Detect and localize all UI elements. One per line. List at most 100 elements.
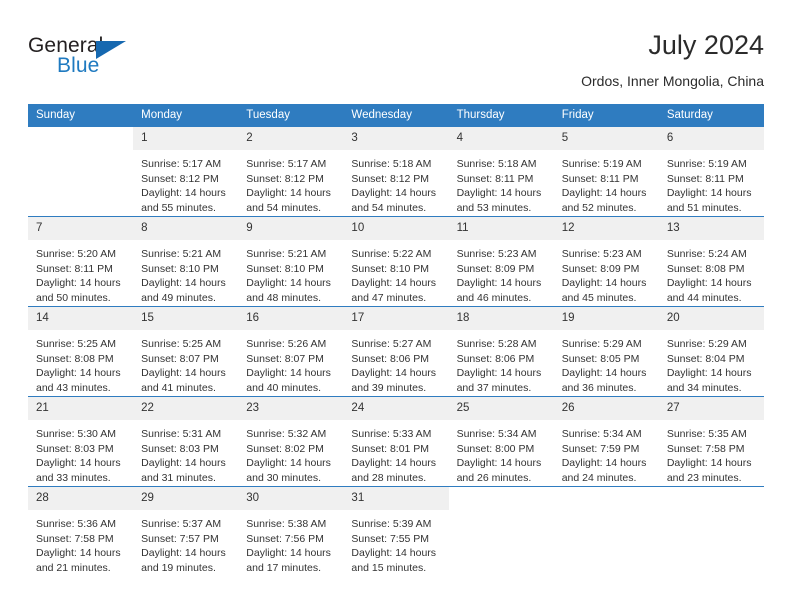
day-number: 30 — [238, 487, 344, 510]
sunrise-time: Sunrise: 5:25 AM — [36, 338, 116, 350]
calendar-day-cell[interactable]: 28 Sunrise: 5:36 AM Sunset: 7:58 PM Dayligh… — [28, 486, 134, 576]
sunrise-time: Sunrise: 5:29 AM — [666, 338, 747, 350]
calendar-day-cell[interactable]: 26 Sunrise: 5:34 AM Sunset: 7:59 PM Dayligh… — [553, 396, 659, 487]
calendar-day-cell[interactable]: 17 Sunrise: 5:27 AM Sunset: 8:06 PM Dayligh… — [343, 306, 449, 397]
calendar-day-cell[interactable]: 1 Sunrise: 5:17 AM Sunset: 8:12 PM Daylight… — [133, 127, 239, 217]
calendar-page: General Blue July 2024 Ordos, Inner Mong… — [0, 0, 792, 612]
day-details: Sunrise: 5:33 AM Sunset: 8:01 PM Daylight:… — [343, 420, 448, 485]
daylight-duration-line1: Daylight: 14 hours — [666, 367, 752, 379]
sunset-time: Sunset: 8:00 PM — [456, 442, 535, 455]
brand-name-blue: Blue — [57, 54, 100, 77]
calendar-day-cell[interactable]: 25 Sunrise: 5:34 AM Sunset: 8:00 PM Dayligh… — [448, 396, 554, 487]
sunrise-time: Sunrise: 5:23 AM — [561, 248, 642, 260]
calendar-day-cell[interactable]: 21 Sunrise: 5:30 AM Sunset: 8:03 PM Dayligh… — [28, 396, 134, 487]
daylight-duration-line1: Daylight: 14 hours — [561, 187, 647, 199]
day-details: Sunrise: 5:28 AM Sunset: 8:06 PM Daylight:… — [449, 330, 554, 395]
calendar-day-cell[interactable]: 14 Sunrise: 5:25 AM Sunset: 8:08 PM Dayligh… — [28, 306, 134, 397]
day-cell-inner: 27 Sunrise: 5:35 AM Sunset: 7:58 PM Dayligh… — [658, 397, 764, 486]
day-details: Sunrise: 5:20 AM Sunset: 8:11 PM Daylight:… — [28, 240, 133, 305]
calendar-day-cell[interactable]: 6 Sunrise: 5:19 AM Sunset: 8:11 PM Daylight… — [658, 127, 764, 217]
sunrise-time: Sunrise: 5:36 AM — [36, 518, 116, 530]
calendar-day-cell[interactable]: 30 Sunrise: 5:38 AM Sunset: 7:56 PM Dayligh… — [238, 486, 344, 576]
sunrise-time: Sunrise: 5:23 AM — [456, 248, 537, 260]
calendar-day-cell[interactable]: 15 Sunrise: 5:25 AM Sunset: 8:07 PM Dayligh… — [133, 306, 239, 397]
calendar-day-cell[interactable]: 12 Sunrise: 5:23 AM Sunset: 8:09 PM Dayligh… — [553, 216, 659, 307]
calendar-day-cell[interactable]: 2 Sunrise: 5:17 AM Sunset: 8:12 PM Daylight… — [238, 127, 344, 217]
calendar-day-cell[interactable]: 24 Sunrise: 5:33 AM Sunset: 8:01 PM Dayligh… — [343, 396, 449, 487]
daylight-duration-line2: and 41 minutes. — [141, 381, 216, 394]
day-details: Sunrise: 5:29 AM Sunset: 8:04 PM Daylight:… — [659, 330, 764, 395]
daylight-duration-line2: and 30 minutes. — [246, 471, 321, 484]
sunrise-time: Sunrise: 5:25 AM — [141, 338, 222, 350]
day-cell-inner: 1 Sunrise: 5:17 AM Sunset: 8:12 PM Daylight… — [133, 127, 239, 216]
day-number: 21 — [28, 397, 134, 420]
calendar-day-cell[interactable]: 9 Sunrise: 5:21 AM Sunset: 8:10 PM Daylight… — [238, 216, 344, 307]
day-number — [448, 487, 554, 510]
daylight-duration-line1: Daylight: 14 hours — [141, 187, 226, 199]
calendar-day-cell[interactable]: 8 Sunrise: 5:21 AM Sunset: 8:10 PM Daylight… — [133, 216, 239, 307]
sunset-time: Sunset: 7:55 PM — [351, 532, 430, 545]
daylight-duration-line1: Daylight: 14 hours — [351, 187, 437, 199]
calendar-day-cell[interactable]: 31 Sunrise: 5:39 AM Sunset: 7:55 PM Dayligh… — [343, 486, 449, 576]
calendar-day-cell[interactable]: 23 Sunrise: 5:32 AM Sunset: 8:02 PM Dayligh… — [238, 396, 344, 487]
calendar-day-cell[interactable]: 3 Sunrise: 5:18 AM Sunset: 8:12 PM Daylight… — [343, 127, 449, 217]
daylight-duration-line1: Daylight: 14 hours — [561, 457, 647, 469]
day-cell-inner: 17 Sunrise: 5:27 AM Sunset: 8:06 PM Dayligh… — [343, 307, 449, 396]
daylight-duration-line2: and 37 minutes. — [456, 381, 532, 394]
sunrise-time: Sunrise: 5:19 AM — [561, 158, 642, 170]
sunset-time: Sunset: 8:09 PM — [561, 262, 640, 275]
daylight-duration-line2: and 36 minutes. — [561, 381, 637, 394]
day-number: 28 — [28, 487, 134, 510]
calendar-day-cell[interactable]: 19 Sunrise: 5:29 AM Sunset: 8:05 PM Dayligh… — [553, 306, 659, 397]
day-number: 9 — [238, 217, 344, 240]
calendar-day-cell[interactable]: 16 Sunrise: 5:26 AM Sunset: 8:07 PM Dayligh… — [238, 306, 344, 397]
day-details: Sunrise: 5:31 AM Sunset: 8:03 PM Daylight:… — [133, 420, 238, 485]
calendar-day-cell[interactable]: 11 Sunrise: 5:23 AM Sunset: 8:09 PM Dayligh… — [448, 216, 554, 307]
sunrise-time: Sunrise: 5:29 AM — [561, 338, 642, 350]
calendar-day-cell[interactable]: 13 Sunrise: 5:24 AM Sunset: 8:08 PM Dayligh… — [658, 216, 764, 307]
daylight-duration-line1: Daylight: 14 hours — [666, 277, 752, 289]
sunset-time: Sunset: 8:02 PM — [246, 442, 324, 455]
calendar-day-cell[interactable]: 18 Sunrise: 5:28 AM Sunset: 8:06 PM Dayligh… — [448, 306, 554, 397]
day-number: 13 — [658, 217, 764, 240]
day-details: Sunrise: 5:30 AM Sunset: 8:03 PM Daylight:… — [28, 420, 133, 485]
day-details: Sunrise: 5:17 AM Sunset: 8:12 PM Daylight:… — [133, 150, 238, 215]
daylight-duration-line2: and 55 minutes. — [141, 201, 216, 214]
day-details: Sunrise: 5:39 AM Sunset: 7:55 PM Daylight:… — [343, 510, 448, 575]
day-details: Sunrise: 5:32 AM Sunset: 8:02 PM Daylight:… — [238, 420, 343, 485]
calendar-day-cell-empty — [28, 127, 134, 217]
day-details: Sunrise: 5:36 AM Sunset: 7:58 PM Daylight:… — [28, 510, 133, 575]
sunrise-time: Sunrise: 5:21 AM — [141, 248, 222, 260]
day-cell-inner: 9 Sunrise: 5:21 AM Sunset: 8:10 PM Daylight… — [238, 217, 344, 306]
page-header: General Blue July 2024 Ordos, Inner Mong… — [28, 28, 764, 96]
weekday-header-tuesday: Tuesday — [238, 104, 344, 127]
calendar-day-cell[interactable]: 5 Sunrise: 5:19 AM Sunset: 8:11 PM Daylight… — [553, 127, 659, 217]
daylight-duration-line1: Daylight: 14 hours — [246, 187, 331, 199]
day-number: 17 — [343, 307, 449, 330]
day-details: Sunrise: 5:38 AM Sunset: 7:56 PM Daylight:… — [238, 510, 343, 575]
calendar-day-cell[interactable]: 10 Sunrise: 5:22 AM Sunset: 8:10 PM Dayligh… — [343, 216, 449, 307]
day-cell-inner: 7 Sunrise: 5:20 AM Sunset: 8:11 PM Daylight… — [28, 217, 134, 306]
calendar-day-cell[interactable]: 27 Sunrise: 5:35 AM Sunset: 7:58 PM Dayligh… — [658, 396, 764, 487]
daylight-duration-line1: Daylight: 14 hours — [351, 457, 437, 469]
daylight-duration-line2: and 23 minutes. — [666, 471, 742, 484]
daylight-duration-line1: Daylight: 14 hours — [141, 367, 226, 379]
weekday-header-wednesday: Wednesday — [343, 104, 449, 127]
calendar-day-cell[interactable]: 7 Sunrise: 5:20 AM Sunset: 8:11 PM Daylight… — [28, 216, 134, 307]
calendar-day-cell[interactable]: 29 Sunrise: 5:37 AM Sunset: 7:57 PM Dayligh… — [133, 486, 239, 576]
day-number: 24 — [343, 397, 449, 420]
sunset-time: Sunset: 8:10 PM — [141, 262, 219, 275]
day-number: 15 — [133, 307, 239, 330]
day-number: 16 — [238, 307, 344, 330]
calendar-day-cell[interactable]: 20 Sunrise: 5:29 AM Sunset: 8:04 PM Dayligh… — [658, 306, 764, 397]
daylight-duration-line1: Daylight: 14 hours — [351, 277, 437, 289]
general-blue-logo[interactable]: General Blue — [28, 34, 168, 90]
daylight-duration-line1: Daylight: 14 hours — [36, 277, 121, 289]
day-cell-inner: 4 Sunrise: 5:18 AM Sunset: 8:11 PM Daylight… — [448, 127, 554, 216]
daylight-duration-line1: Daylight: 14 hours — [561, 367, 647, 379]
calendar-day-cell[interactable]: 4 Sunrise: 5:18 AM Sunset: 8:11 PM Daylight… — [448, 127, 554, 217]
day-details: Sunrise: 5:17 AM Sunset: 8:12 PM Daylight:… — [238, 150, 343, 215]
day-cell-inner: 28 Sunrise: 5:36 AM Sunset: 7:58 PM Dayligh… — [28, 487, 134, 576]
calendar-day-cell[interactable]: 22 Sunrise: 5:31 AM Sunset: 8:03 PM Dayligh… — [133, 396, 239, 487]
day-details: Sunrise: 5:25 AM Sunset: 8:08 PM Daylight:… — [28, 330, 133, 395]
